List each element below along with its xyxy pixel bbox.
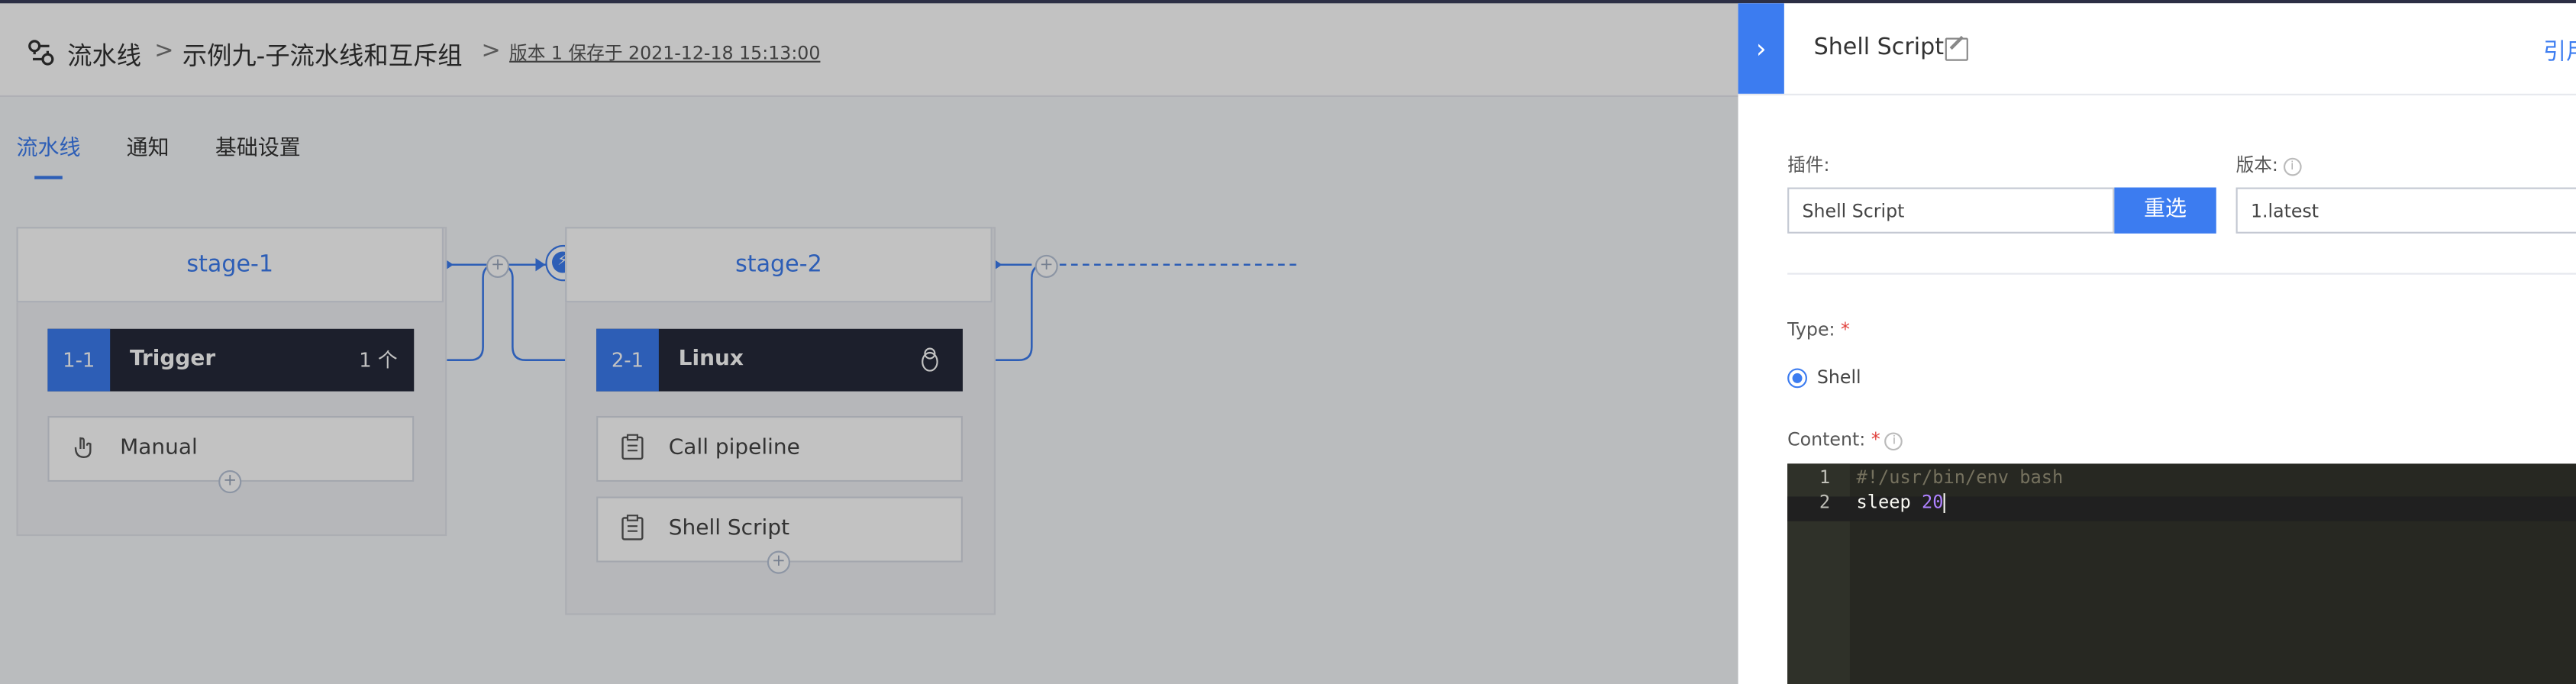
atom-property-panel: › Shell Script 引用 插件: Shell Script 重选 版本… — [1738, 3, 2576, 684]
plugin-input[interactable]: Shell Script — [1787, 187, 2115, 234]
version-label: 版本: i — [2236, 151, 2302, 177]
panel-title: Shell Script — [1813, 34, 1945, 61]
edit-title-icon[interactable] — [1945, 35, 1968, 61]
modal-backdrop[interactable] — [0, 0, 1742, 684]
required-mark: * — [1871, 429, 1880, 451]
section-divider — [1787, 273, 2576, 275]
info-icon: i — [2283, 156, 2302, 176]
text-cursor — [1943, 493, 1945, 514]
version-select[interactable]: 1.latest — [2235, 187, 2576, 234]
type-label: Type: * — [1787, 318, 1850, 340]
collapse-panel-chevron-icon[interactable]: › — [1738, 3, 1784, 94]
line-number: 2 — [1819, 492, 1831, 514]
content-label: Content: * i — [1787, 429, 1903, 450]
reselect-button[interactable]: 重选 — [2114, 187, 2216, 234]
reference-link[interactable]: 引用 — [2543, 34, 2576, 67]
code-line: #!/usr/bin/env bash — [1856, 466, 2064, 489]
info-icon: i — [1885, 431, 1903, 450]
shell-radio-label[interactable]: Shell — [1817, 366, 1861, 388]
required-mark: * — [1841, 318, 1850, 340]
plugin-label: 插件: — [1787, 154, 1830, 176]
shell-radio[interactable] — [1787, 368, 1807, 389]
code-editor[interactable]: 1 2 #!/usr/bin/env bash sleep 20 — [1787, 463, 2576, 684]
code-line: sleep 20 — [1857, 492, 1945, 514]
line-number: 1 — [1819, 466, 1831, 489]
